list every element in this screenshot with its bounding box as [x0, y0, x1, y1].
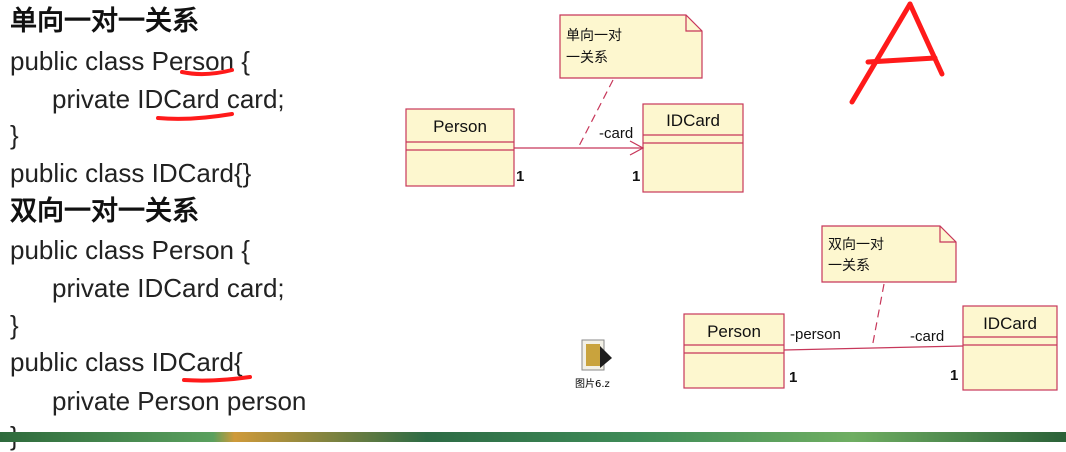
one-way-class-person: Person — [405, 108, 515, 187]
file-label[interactable]: 图片6.z — [575, 375, 610, 390]
two-way-mult-left: 1 — [789, 369, 797, 386]
two-way-class-idcard: IDCard — [962, 305, 1058, 391]
two-way-note: 双向一对 一关系 — [821, 225, 957, 283]
underline-person — [180, 68, 234, 77]
one-way-note: 单向一对 一关系 — [559, 14, 703, 79]
one-way-idcard-name: IDCard — [666, 111, 720, 130]
one-way-note-line2: 一关系 — [566, 50, 608, 66]
one-way-mult-left: 1 — [516, 168, 524, 185]
uml-diagram-canvas: 单向一对 一关系 Person IDCard -card 1 1 双向一对 一关… — [156, 1, 1058, 391]
two-way-diagram: 双向一对 一关系 Person IDCard -person -card 1 1 — [683, 225, 1058, 391]
one-way-role-card: -card — [599, 125, 633, 142]
two-way-person-name: Person — [707, 322, 761, 341]
underline-idcard-2 — [182, 375, 252, 383]
two-way-role-person: -person — [790, 326, 841, 343]
two-way-idcard-name: IDCard — [983, 314, 1037, 333]
handwritten-a-mark — [849, 1, 945, 105]
one-way-mult-right: 1 — [632, 168, 640, 185]
one-way-person-name: Person — [433, 117, 487, 136]
one-way-diagram: 单向一对 一关系 Person IDCard -card 1 1 — [405, 14, 744, 193]
two-way-mult-right: 1 — [950, 367, 958, 384]
two-way-note-anchor — [871, 283, 885, 349]
one-way-note-line1: 单向一对 — [566, 28, 622, 44]
bottom-decorative-strip — [0, 432, 1066, 442]
two-way-association — [783, 345, 964, 351]
two-way-note-line1: 双向一对 — [828, 237, 884, 253]
two-way-class-person: Person — [683, 313, 785, 389]
two-way-role-card: -card — [910, 328, 944, 345]
underline-idcard — [156, 112, 234, 121]
two-way-note-line2: 一关系 — [828, 258, 870, 274]
one-way-class-idcard: IDCard — [642, 103, 744, 193]
